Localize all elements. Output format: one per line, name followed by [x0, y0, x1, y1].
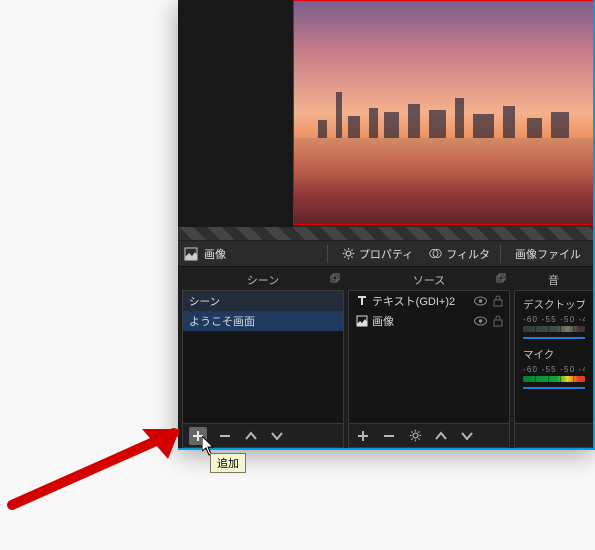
gear-icon [342, 247, 355, 260]
scenes-column-label: シーン [189, 294, 220, 309]
remove-source-button[interactable] [381, 428, 397, 444]
mixer-scale: -60 -55 -50 -45 -40 [523, 365, 585, 374]
mixer-slider[interactable] [523, 387, 585, 389]
source-item[interactable]: 画像 [349, 311, 509, 331]
sources-panel-header[interactable]: ソース [348, 270, 510, 290]
filters-button[interactable]: フィルタ [423, 243, 496, 265]
mixer-body: デスクトップ音声 -60 -55 -50 -45 -40 マイク -60 -55… [514, 290, 593, 424]
popout-icon[interactable] [496, 273, 506, 283]
mixer-channel: マイク -60 -55 -50 -45 -40 [515, 341, 593, 391]
scenes-column-header: シーン [183, 291, 343, 311]
mixer-channel: デスクトップ音声 -60 -55 -50 -45 -40 [515, 291, 593, 341]
source-info-bar: 画像 プロパティ フィルタ 画像ファイル [178, 241, 593, 267]
lock-icon[interactable] [493, 295, 503, 307]
sources-panel: ソース テキスト(GDI+)2 画像 [348, 270, 510, 448]
selected-source-name: 画像 [204, 246, 226, 262]
mixer-meter [523, 326, 585, 332]
preview-area [178, 0, 593, 240]
source-props-button[interactable] [407, 428, 423, 444]
mixer-title: 音 [548, 272, 559, 288]
scenes-list[interactable]: シーン ようこそ画面 [182, 290, 344, 424]
sources-title: ソース [413, 272, 445, 288]
source-item-label: テキスト(GDI+)2 [372, 293, 455, 309]
add-scene-button[interactable] [189, 427, 207, 445]
mixer-channel-label: デスクトップ音声 [523, 297, 585, 312]
popout-icon[interactable] [330, 273, 340, 283]
panels-row: シーン シーン ようこそ画面 ソース [178, 268, 593, 448]
eye-icon[interactable] [474, 296, 487, 306]
remove-scene-button[interactable] [217, 428, 233, 444]
preview-padding [178, 0, 293, 228]
mixer-scale: -60 -55 -50 -45 -40 [523, 315, 585, 324]
mixer-channel-label: マイク [523, 347, 585, 362]
text-icon [355, 295, 368, 308]
properties-label: プロパティ [359, 246, 413, 262]
filters-label: フィルタ [446, 246, 490, 262]
annotation-arrow [2, 405, 192, 515]
mixer-footer [514, 424, 593, 448]
eye-icon[interactable] [474, 316, 487, 326]
scene-item[interactable]: ようこそ画面 [183, 311, 343, 331]
audio-mixer-panel: 音 デスクトップ音声 -60 -55 -50 -45 -40 マイク -60 -… [514, 270, 593, 448]
preview-selected-source[interactable] [293, 0, 593, 225]
sources-toolbar [348, 424, 510, 448]
add-tooltip: 追加 [210, 453, 246, 473]
scenes-panel-header[interactable]: シーン [182, 270, 344, 290]
scenes-panel: シーン シーン ようこそ画面 [182, 270, 344, 448]
lock-icon[interactable] [493, 315, 503, 327]
filter-icon [429, 247, 442, 260]
mixer-panel-header[interactable]: 音 [514, 270, 593, 290]
move-scene-down-button[interactable] [269, 428, 285, 444]
scenes-toolbar [182, 424, 344, 448]
source-item[interactable]: テキスト(GDI+)2 [349, 291, 509, 311]
source-item-label: 画像 [372, 313, 394, 329]
properties-button[interactable]: プロパティ [336, 243, 419, 265]
image-file-label-area: 画像ファイル [509, 243, 587, 265]
image-icon [184, 247, 198, 261]
scenes-title: シーン [247, 272, 279, 288]
mixer-slider[interactable] [523, 337, 585, 339]
preview-overflow-strip [178, 227, 593, 240]
scene-item-label: ようこそ画面 [189, 313, 255, 329]
image-icon [355, 315, 368, 328]
move-scene-up-button[interactable] [243, 428, 259, 444]
move-source-down-button[interactable] [459, 428, 475, 444]
move-source-up-button[interactable] [433, 428, 449, 444]
image-file-label: 画像ファイル [515, 246, 581, 262]
sources-list[interactable]: テキスト(GDI+)2 画像 [348, 290, 510, 424]
mixer-meter [523, 376, 585, 382]
add-source-button[interactable] [355, 428, 371, 444]
app-window: 画像 プロパティ フィルタ 画像ファイル シーン シーン [178, 0, 595, 450]
